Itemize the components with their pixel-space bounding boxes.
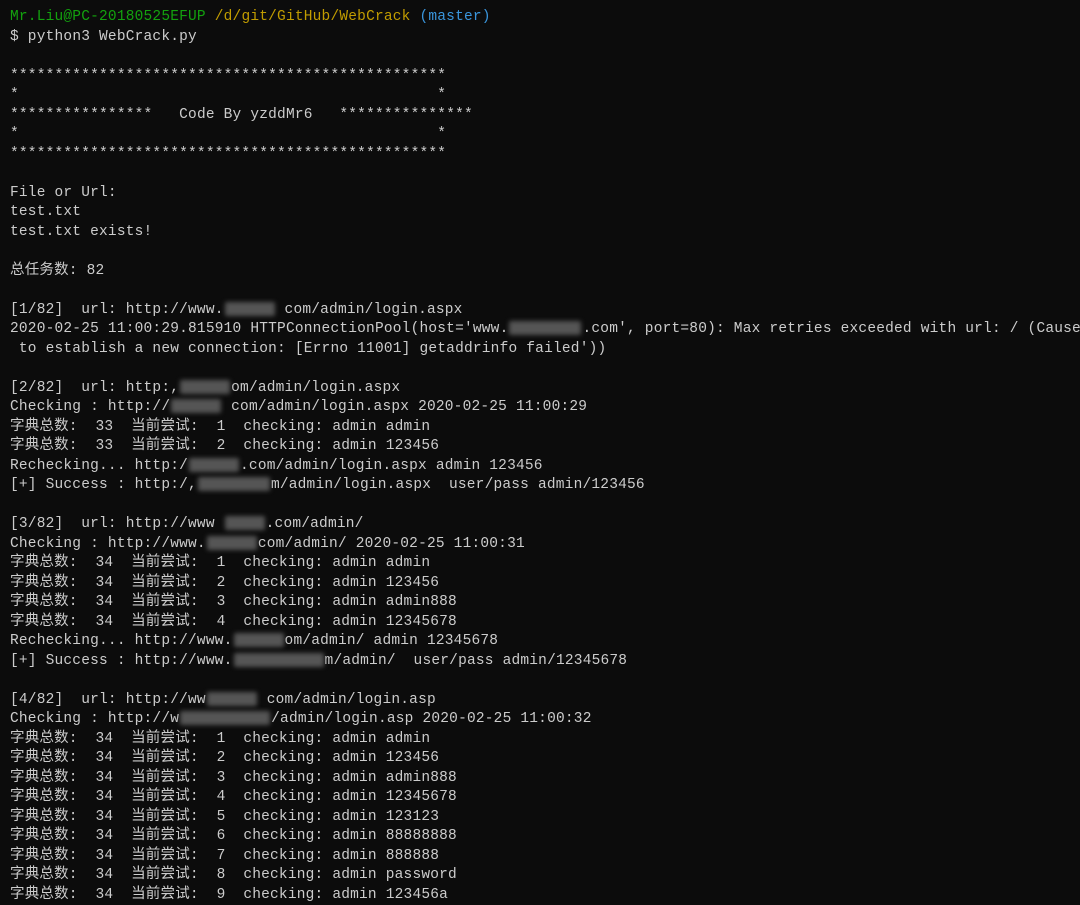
redacted-host bbox=[234, 633, 284, 647]
terminal-output[interactable]: Mr.Liu@PC-20180525EFUP /d/git/GitHub/Web… bbox=[10, 8, 1070, 905]
redacted-host bbox=[207, 536, 257, 550]
blank-line bbox=[10, 671, 1070, 691]
banner-author-line: **************** Code By yzddMr6 *******… bbox=[10, 106, 1070, 126]
error-line: to establish a new connection: [Errno 11… bbox=[10, 340, 1070, 360]
success-line: [+] Success : http:/,m/admin/login.aspx … bbox=[10, 476, 1070, 496]
blank-line bbox=[10, 281, 1070, 301]
shell-prompt: Mr.Liu@PC-20180525EFUP /d/git/GitHub/Web… bbox=[10, 8, 1070, 28]
file-exists: test.txt exists! bbox=[10, 223, 1070, 243]
task-header: [3/82] url: http://www .com/admin/ bbox=[10, 515, 1070, 535]
checking-line: Checking : http://www.com/admin/ 2020-02… bbox=[10, 535, 1070, 555]
total-tasks: 总任务数: 82 bbox=[10, 262, 1070, 282]
blank-line bbox=[10, 164, 1070, 184]
redacted-host bbox=[180, 380, 230, 394]
attempt-line: 字典总数: 33 当前尝试: 1 checking: admin admin bbox=[10, 418, 1070, 438]
attempt-line: 字典总数: 34 当前尝试: 3 checking: admin admin88… bbox=[10, 593, 1070, 613]
blank-line bbox=[10, 359, 1070, 379]
redacted-host bbox=[180, 711, 270, 725]
redacted-host bbox=[509, 321, 581, 335]
redacted-host bbox=[189, 458, 239, 472]
blank-line bbox=[10, 496, 1070, 516]
attempt-line: 字典总数: 34 当前尝试: 4 checking: admin 1234567… bbox=[10, 788, 1070, 808]
error-line: 2020-02-25 11:00:29.815910 HTTPConnectio… bbox=[10, 320, 1070, 340]
redacted-host bbox=[207, 692, 257, 706]
checking-line: Checking : http://w/admin/login.asp 2020… bbox=[10, 710, 1070, 730]
success-line: [+] Success : http://www.m/admin/ user/p… bbox=[10, 652, 1070, 672]
attempt-line: 字典总数: 34 当前尝试: 9 checking: admin 123456a bbox=[10, 886, 1070, 905]
attempt-line: 字典总数: 34 当前尝试: 2 checking: admin 123456 bbox=[10, 749, 1070, 769]
file-input: test.txt bbox=[10, 203, 1070, 223]
banner-line: * * bbox=[10, 125, 1070, 145]
attempt-line: 字典总数: 34 当前尝试: 3 checking: admin admin88… bbox=[10, 769, 1070, 789]
banner-line: * * bbox=[10, 86, 1070, 106]
blank-line bbox=[10, 242, 1070, 262]
attempt-line: 字典总数: 34 当前尝试: 7 checking: admin 888888 bbox=[10, 847, 1070, 867]
task-header: [2/82] url: http:,om/admin/login.aspx bbox=[10, 379, 1070, 399]
redacted-host bbox=[171, 399, 221, 413]
redacted-host bbox=[225, 302, 275, 316]
checking-line: Checking : http:// com/admin/login.aspx … bbox=[10, 398, 1070, 418]
blank-line bbox=[10, 47, 1070, 67]
command-line: $ python3 WebCrack.py bbox=[10, 28, 1070, 48]
banner-line: ****************************************… bbox=[10, 145, 1070, 165]
command-text: python3 WebCrack.py bbox=[19, 29, 197, 45]
task-header: [4/82] url: http://ww com/admin/login.as… bbox=[10, 691, 1070, 711]
cwd-path: /d/git/GitHub/WebCrack bbox=[206, 9, 411, 25]
git-branch: (master) bbox=[411, 9, 491, 25]
recheck-line: Rechecking... http:/.com/admin/login.asp… bbox=[10, 457, 1070, 477]
attempt-line: 字典总数: 34 当前尝试: 1 checking: admin admin bbox=[10, 730, 1070, 750]
attempt-line: 字典总数: 34 当前尝试: 5 checking: admin 123123 bbox=[10, 808, 1070, 828]
redacted-host bbox=[198, 477, 270, 491]
attempt-line: 字典总数: 34 当前尝试: 4 checking: admin 1234567… bbox=[10, 613, 1070, 633]
attempt-line: 字典总数: 34 当前尝试: 8 checking: admin passwor… bbox=[10, 866, 1070, 886]
redacted-host bbox=[234, 653, 324, 667]
recheck-line: Rechecking... http://www.om/admin/ admin… bbox=[10, 632, 1070, 652]
redacted-host bbox=[225, 516, 265, 530]
attempt-line: 字典总数: 34 当前尝试: 6 checking: admin 8888888… bbox=[10, 827, 1070, 847]
attempt-line: 字典总数: 34 当前尝试: 2 checking: admin 123456 bbox=[10, 574, 1070, 594]
user-host: Mr.Liu@PC-20180525EFUP bbox=[10, 9, 206, 25]
ps1: $ bbox=[10, 29, 19, 45]
task-header: [1/82] url: http://www. com/admin/login.… bbox=[10, 301, 1070, 321]
file-prompt: File or Url: bbox=[10, 184, 1070, 204]
banner-line: ****************************************… bbox=[10, 67, 1070, 87]
attempt-line: 字典总数: 33 当前尝试: 2 checking: admin 123456 bbox=[10, 437, 1070, 457]
attempt-line: 字典总数: 34 当前尝试: 1 checking: admin admin bbox=[10, 554, 1070, 574]
